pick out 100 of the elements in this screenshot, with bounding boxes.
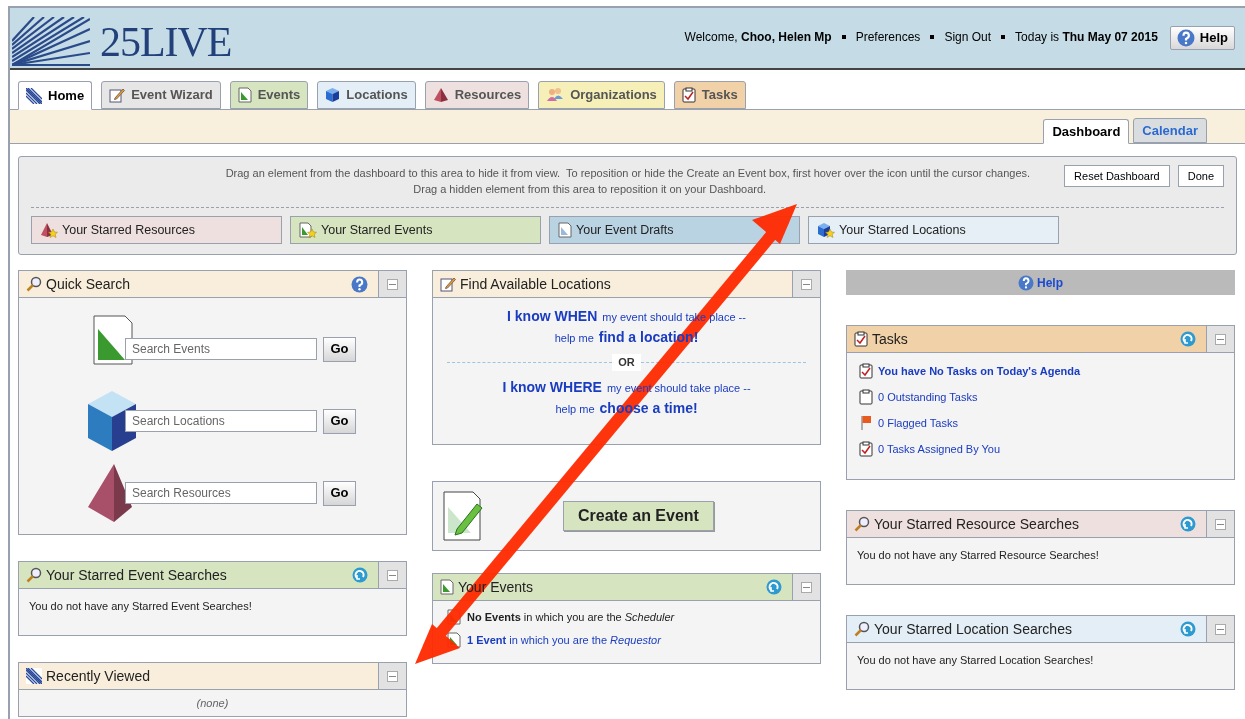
header-link[interactable]: Sign Out [944,28,992,46]
minimize-button[interactable] [378,271,406,297]
magnifier-icon [26,276,42,292]
clipboard-check-icon [859,363,873,379]
pyramid-icon [432,87,449,103]
minimize-button[interactable] [378,663,406,689]
refresh-icon[interactable] [766,579,782,595]
view-tab[interactable]: Dashboard [1043,119,1130,144]
panel-title: Recently Viewed [46,666,151,686]
minus-icon [387,670,398,682]
event-link[interactable]: 1 Event in which you are the Requestor [467,631,661,648]
hidden-element-item[interactable]: Your Starred Events [290,216,541,244]
minus-icon [387,278,398,290]
nav-tab[interactable]: Events [229,81,309,109]
search-field[interactable]: Search Resources [125,482,317,504]
pencil-paper-icon [440,276,456,292]
task-link[interactable]: You have No Tasks on Today's Agenda [878,362,1081,380]
go-button[interactable]: Go [323,336,356,362]
view-tab[interactable]: Calendar [1133,118,1207,143]
minimize-button[interactable] [378,562,406,588]
panel-title: Tasks [872,329,908,349]
magnifier-icon [854,516,870,532]
help-icon [1176,29,1195,47]
hidden-element-item[interactable]: Your Starred Resources [31,216,282,244]
minimize-button[interactable] [1206,616,1234,642]
header-link[interactable]: Preferences [855,28,921,46]
task-link[interactable]: 0 Flagged Tasks [878,414,958,432]
sunburst-logo-icon [12,17,90,67]
go-button[interactable]: Go [323,480,356,506]
minimize-button[interactable] [1206,511,1234,537]
document-icon [440,579,454,595]
hidden-element-item[interactable]: Your Event Drafts [549,216,800,244]
create-event-button[interactable]: Create an Event [563,501,714,531]
hidden-element-item[interactable]: Your Starred Locations [808,216,1059,244]
empty-message: You do not have any Starred Location Searches! [857,653,1095,668]
flag-icon [860,415,872,431]
empty-message: You do not have any Starred Resource Searches! [857,548,1100,563]
pyramid-star-icon [40,222,58,238]
magnifier-icon [26,567,42,583]
dashboard-button[interactable]: Done [1177,165,1224,187]
pyramid-icon [87,463,133,523]
document-icon [558,222,572,238]
link[interactable]: help me [555,400,595,417]
document-pencil-icon [443,491,483,541]
refresh-icon[interactable] [1180,516,1196,532]
nav-tab[interactable]: Locations [317,81,416,109]
logo-text: 25LIVE [100,21,232,63]
go-button[interactable]: Go [323,408,356,434]
minimize-button[interactable] [792,271,820,297]
panel-title: Find Available Locations [460,274,611,294]
panel-title: Your Starred Resource Searches [874,514,1079,534]
or-divider-text: OR [612,354,641,371]
minus-icon [1215,518,1226,530]
minimize-button[interactable] [792,574,820,600]
nav-tab[interactable]: Organizations [538,81,665,109]
instruction-text: Drag an element from the dashboard to this area to hide it from view. To reposition or hide the Create an Event box, first hover over the icon until the cursor changes. [225,166,1031,181]
dashboard-button[interactable]: Reset Dashboard [1064,165,1170,187]
instruction-text: Drag a hidden element from this area to reposition it on your Dashboard. [413,182,768,197]
date-text: Today is Thu May 07 2015 [1015,29,1158,46]
task-link[interactable]: 0 Outstanding Tasks [878,388,978,406]
link[interactable]: I know WHERE [502,376,602,398]
minus-icon [801,581,812,593]
clipboard-check-icon [859,441,873,457]
cube-star-icon [817,222,835,238]
search-field[interactable]: Search Locations [125,410,317,432]
sunburst-icon [26,87,42,104]
nav-tab[interactable]: Resources [424,81,530,109]
help-button[interactable]: Help [1169,26,1235,50]
empty-message: (none) [196,695,229,711]
search-field[interactable]: Search Events [125,338,317,360]
help-bar-button[interactable]: Help [846,270,1235,295]
refresh-icon[interactable] [1180,621,1196,637]
link[interactable]: my event should take place -- [602,309,746,326]
sunburst-icon [26,668,42,684]
clipboard-check-icon [854,331,868,347]
document-icon [93,315,133,365]
refresh-icon[interactable] [1180,331,1196,347]
minus-icon [801,278,812,290]
people-icon [546,87,565,103]
task-link[interactable]: 0 Tasks Assigned By You [878,440,1001,458]
minus-icon [1215,333,1226,345]
help-icon [1018,274,1034,291]
link[interactable]: I know WHEN [507,306,598,327]
help-icon[interactable] [351,275,368,293]
nav-tab[interactable]: Event Wizard [101,81,221,109]
minus-icon [1215,623,1226,635]
welcome-text: Welcome, Choo, Helen Mp [684,29,832,46]
minus-icon [387,569,398,581]
link[interactable]: help me [554,330,594,347]
event-summary-text: No Events in which you are the Scheduler [467,610,675,625]
empty-message: You do not have any Starred Event Searches! [29,599,253,614]
nav-tab[interactable]: Home [18,81,93,110]
document-star-icon [299,222,317,238]
nav-tab[interactable]: Tasks [673,81,746,109]
panel-title: Quick Search [46,274,131,294]
refresh-icon[interactable] [352,567,368,583]
pencil-paper-icon [109,87,126,103]
cube-icon [325,87,341,103]
panel-title: Your Starred Event Searches [46,565,227,585]
minimize-button[interactable] [1206,326,1234,352]
